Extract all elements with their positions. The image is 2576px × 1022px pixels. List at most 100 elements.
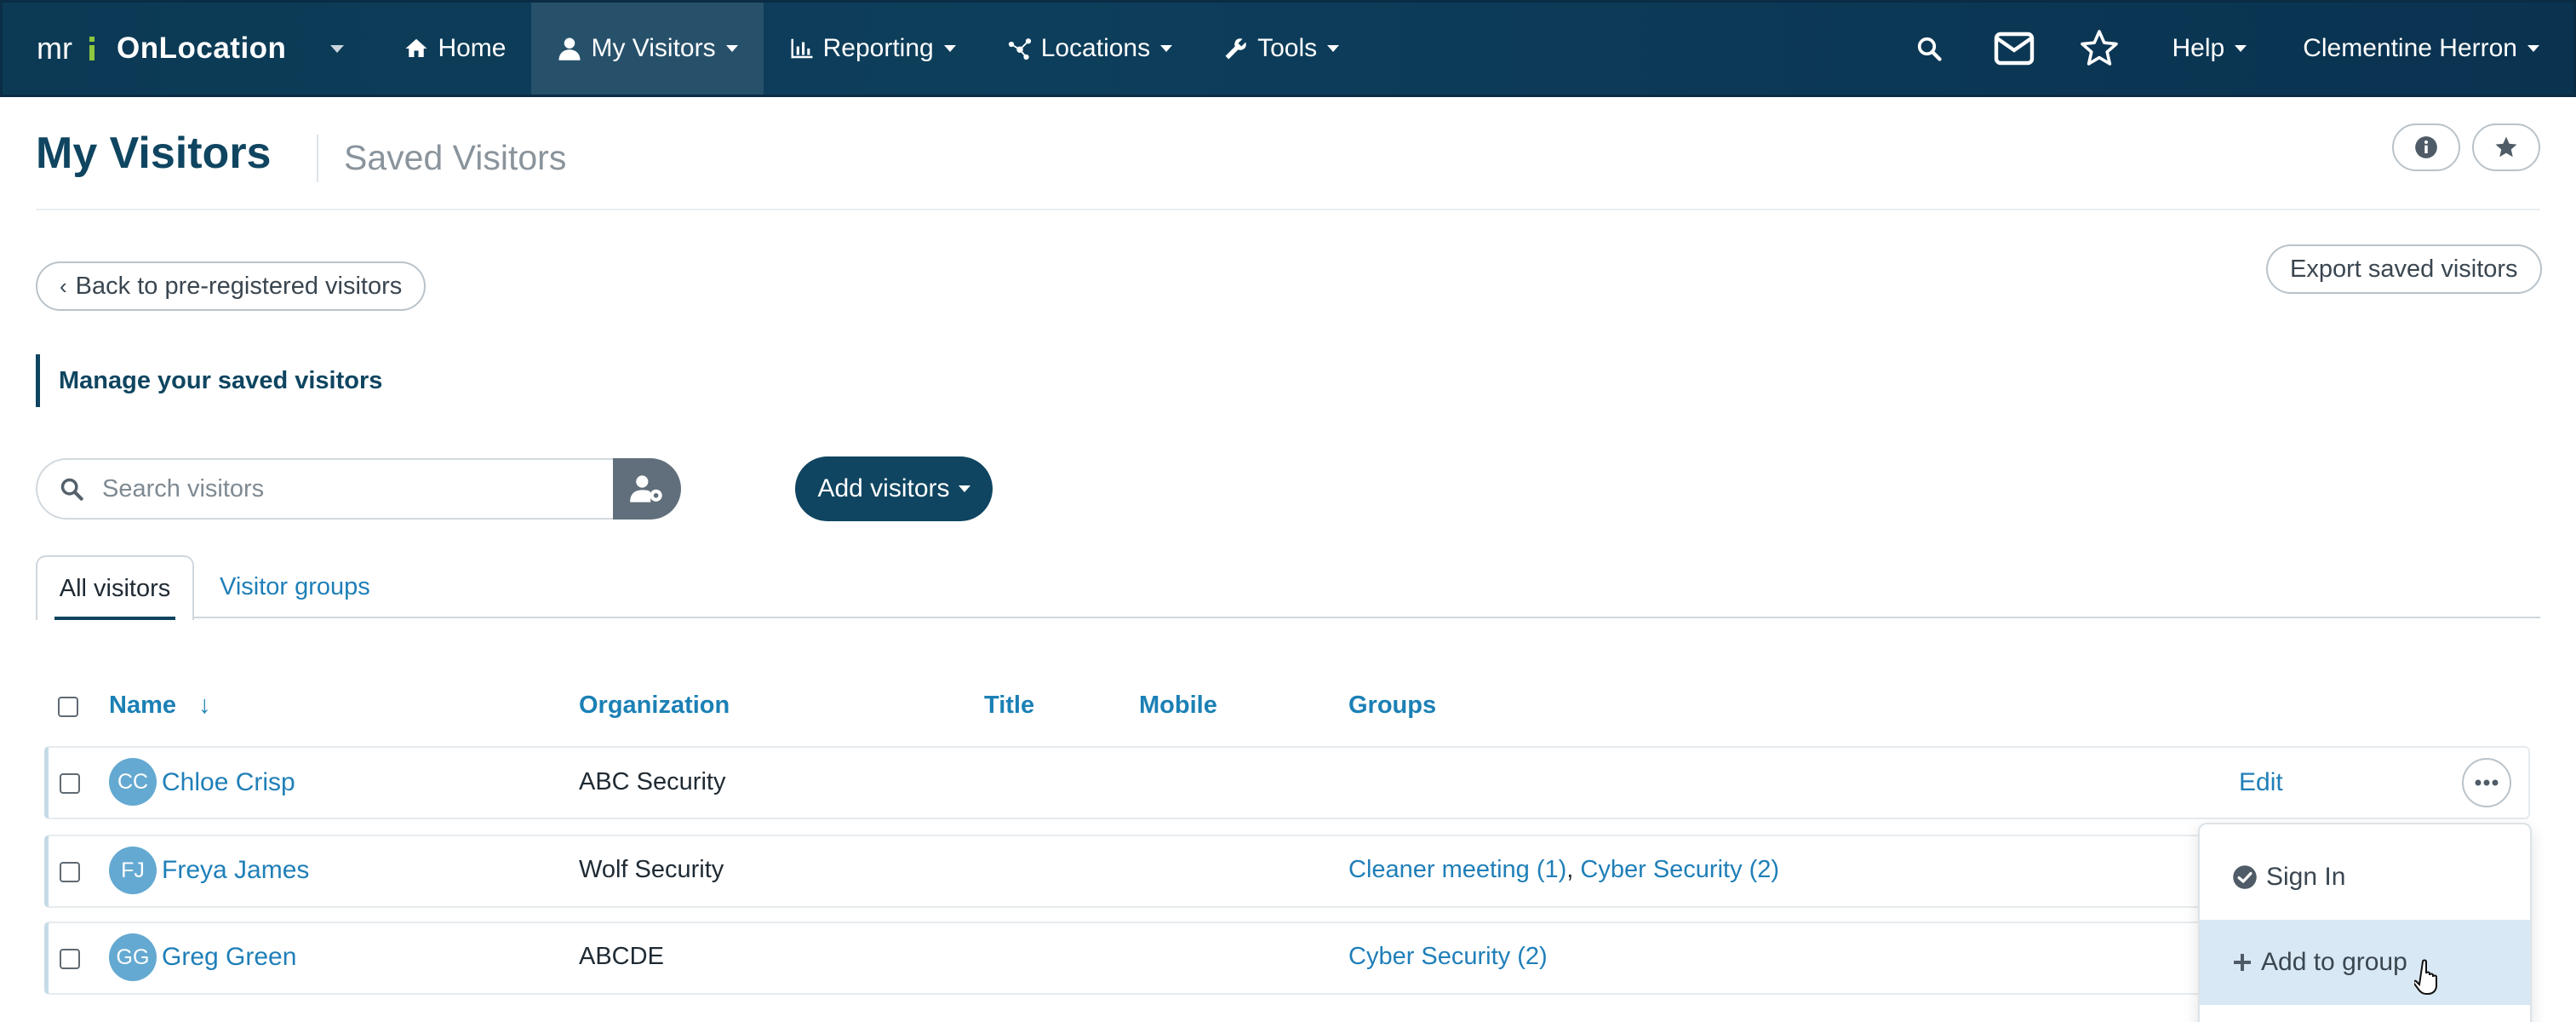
header-divider — [36, 209, 2540, 210]
nav-help[interactable]: Help — [2142, 3, 2278, 95]
chevron-down-icon[interactable] — [330, 44, 345, 53]
nav-user-menu[interactable]: Clementine Herron — [2277, 3, 2573, 95]
back-button-label: Back to pre-registered visitors — [75, 272, 403, 300]
row-checkbox[interactable] — [60, 949, 80, 969]
add-visitors-label: Add visitors — [817, 474, 950, 502]
column-header-mobile[interactable]: Mobile — [1139, 692, 1217, 720]
nav-tools[interactable]: Tools — [1198, 3, 1365, 95]
column-header-name[interactable]: Name ↓ — [109, 692, 211, 720]
search-icon — [60, 478, 83, 501]
tab-all-visitors[interactable]: All visitors — [36, 555, 194, 620]
favorite-page-button[interactable] — [2472, 123, 2540, 171]
mail-icon — [1994, 32, 2034, 66]
search-icon — [1917, 37, 1942, 61]
page-subtitle: Saved Visitors — [344, 138, 567, 177]
search-input[interactable] — [102, 474, 579, 503]
column-header-groups[interactable]: Groups — [1348, 692, 1436, 720]
nav-tools-label: Tools — [1257, 34, 1318, 62]
nav-messages[interactable] — [1972, 3, 2057, 95]
info-button[interactable] — [2392, 123, 2460, 171]
avatar: FJ — [109, 847, 157, 894]
user-icon — [558, 37, 581, 60]
info-icon — [2415, 136, 2437, 158]
wrench-icon — [1225, 38, 1246, 60]
visitor-groups: Cyber Security (2) — [1348, 943, 1548, 971]
menu-item-add-to-group-label: Add to group — [2261, 948, 2407, 976]
ellipsis-icon — [2475, 779, 2499, 786]
nav-locations[interactable]: Locations — [982, 3, 1198, 95]
sort-descending-icon: ↓ — [198, 692, 211, 719]
menu-item-sign-in[interactable]: Sign In — [2200, 835, 2530, 920]
star-icon — [2495, 136, 2517, 158]
tab-all-visitors-label: All visitors — [59, 574, 171, 602]
chevron-down-icon — [2527, 45, 2539, 52]
plus-icon — [2234, 954, 2251, 971]
network-nodes-icon — [1008, 38, 1031, 60]
brand[interactable]: mr OnLocation — [37, 3, 345, 95]
export-saved-visitors-button[interactable]: Export saved visitors — [2266, 244, 2542, 294]
visitor-name-link[interactable]: Freya James — [162, 856, 309, 885]
edit-visitor-link[interactable]: Edit — [2239, 768, 2283, 797]
active-tab-indicator — [54, 617, 175, 620]
check-circle-icon — [2233, 865, 2257, 889]
group-link[interactable]: Cyber Security (2) — [1580, 856, 1779, 883]
chevron-down-icon — [943, 45, 956, 52]
row-checkbox[interactable] — [60, 773, 80, 794]
user-settings-filter-button[interactable] — [613, 458, 681, 520]
chevron-down-icon — [2235, 45, 2247, 52]
select-all-checkbox[interactable] — [58, 697, 78, 717]
row-actions-menu: Sign In Add to group — [2198, 823, 2532, 1022]
nav-my-visitors[interactable]: My Visitors — [531, 3, 764, 95]
column-header-organization[interactable]: Organization — [579, 692, 730, 720]
manage-heading-label: Manage your saved visitors — [59, 366, 383, 394]
menu-item-add-to-group[interactable]: Add to group — [2200, 920, 2530, 1005]
tab-visitor-groups[interactable]: Visitor groups — [220, 555, 370, 618]
tab-visitor-groups-label: Visitor groups — [220, 572, 370, 600]
nav-reporting[interactable]: Reporting — [764, 3, 982, 95]
chevron-left-icon: ‹ — [60, 273, 67, 299]
brand-name: OnLocation — [117, 32, 287, 65]
visitor-name-link[interactable]: Chloe Crisp — [162, 768, 295, 797]
nav-my-visitors-label: My Visitors — [591, 34, 716, 62]
visitor-organization: ABC Security — [579, 768, 726, 795]
visitor-name-link[interactable]: Greg Green — [162, 943, 296, 972]
back-to-pre-registered-button[interactable]: ‹ Back to pre-registered visitors — [36, 261, 426, 311]
svg-text:mr: mr — [37, 32, 72, 66]
chevron-down-icon — [1160, 45, 1173, 52]
hand-pointer-cursor-icon — [2414, 959, 2437, 995]
column-header-title[interactable]: Title — [984, 692, 1034, 720]
user-cog-icon — [630, 475, 662, 502]
nav-locations-label: Locations — [1040, 34, 1151, 62]
nav-help-label: Help — [2172, 34, 2225, 62]
group-link[interactable]: Cleaner meeting (1) — [1348, 856, 1566, 883]
chevron-down-icon — [958, 485, 970, 492]
manage-heading: Manage your saved visitors — [36, 354, 382, 407]
star-icon — [2080, 30, 2118, 66]
table-row — [44, 922, 2530, 995]
row-actions-button[interactable] — [2462, 758, 2511, 807]
page-title: My Visitors — [36, 129, 272, 178]
bar-chart-icon — [791, 38, 813, 59]
add-visitors-button[interactable]: Add visitors — [795, 456, 993, 521]
nav-home-label: Home — [438, 34, 507, 62]
visitor-groups: Cleaner meeting (1), Cyber Security (2) — [1348, 856, 1779, 884]
visitor-organization: Wolf Security — [579, 856, 724, 883]
column-header-name-label: Name — [109, 692, 176, 719]
user-name: Clementine Herron — [2303, 34, 2517, 62]
row-checkbox[interactable] — [60, 862, 80, 882]
table-row — [44, 746, 2530, 819]
home-icon — [405, 38, 427, 57]
chevron-down-icon — [1327, 45, 1340, 52]
group-link[interactable]: Cyber Security (2) — [1348, 943, 1548, 970]
nav-search[interactable] — [1886, 3, 1972, 95]
group-separator: , — [1566, 856, 1581, 883]
tabs-baseline — [36, 617, 2540, 618]
nav-favorites[interactable] — [2057, 3, 2142, 95]
export-button-label: Export saved visitors — [2290, 255, 2518, 283]
nav-home[interactable]: Home — [378, 3, 531, 95]
avatar: GG — [109, 933, 157, 981]
chevron-down-icon — [725, 45, 738, 52]
nav-right: Help Clementine Herron — [1886, 3, 2573, 95]
mri-logo-icon: mr — [37, 32, 94, 66]
title-divider — [317, 135, 318, 182]
